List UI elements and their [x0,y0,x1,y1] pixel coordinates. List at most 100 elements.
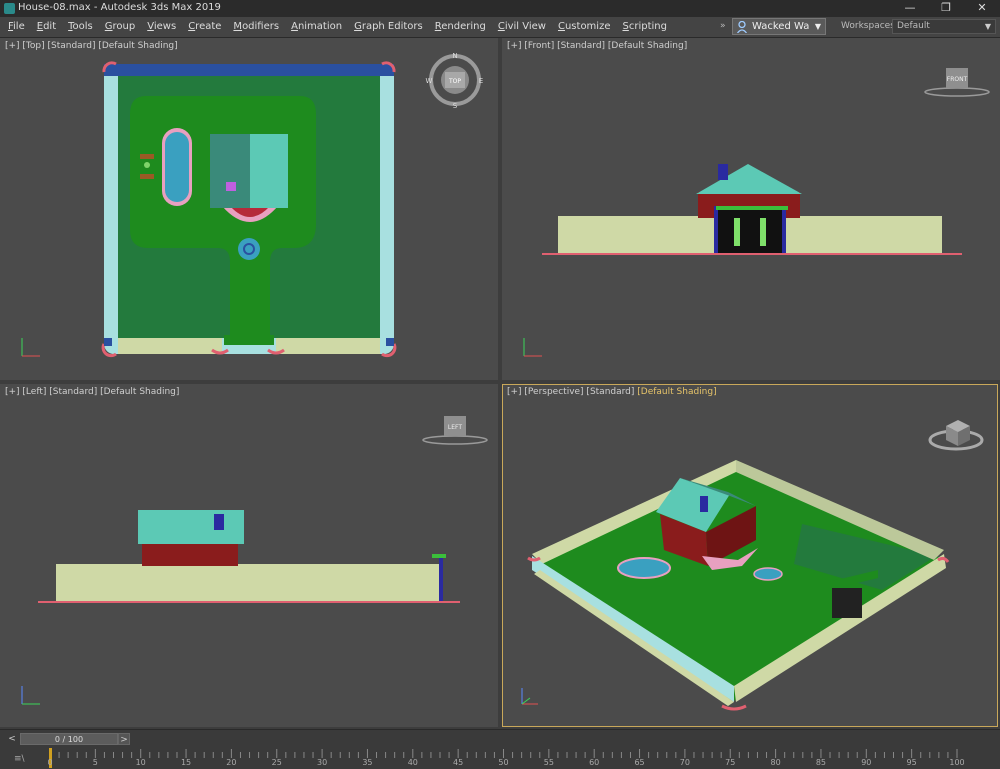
roof [696,164,802,194]
viewport-left[interactable]: [+] [Left] [Standard] [Default Shading] … [0,384,498,727]
user-name: Wacked Wa [752,21,810,32]
svg-text:FRONT: FRONT [947,76,968,83]
tick-label: 45 [453,758,464,767]
view-cube-icon[interactable]: LEFT [420,412,490,452]
title-bar: House-08.max - Autodesk 3ds Max 2019 — ❐… [0,0,1000,17]
corner-post [386,338,394,346]
minimize-button[interactable]: — [892,0,928,17]
viewport-perspective[interactable]: [+] [Perspective] [Standard] [Default Sh… [502,384,998,727]
tick-label: 30 [317,758,328,767]
menu-rendering[interactable]: Rendering [431,17,494,37]
top-scene [21,61,397,358]
tick-label: 95 [906,758,917,767]
workspaces-dropdown[interactable]: Default ▼ [892,19,996,34]
prev-frame-button[interactable]: < [6,733,18,745]
menu-file[interactable]: File [4,17,33,37]
tick-label: 90 [861,758,872,767]
svg-text:N: N [452,52,457,60]
axis-gizmo-icon [21,686,40,705]
menu-items: File Edit Tools Group Views Create Modif… [4,17,675,37]
dropdown-arrow-icon: ▼ [984,22,991,31]
menu-civil-view[interactable]: Civil View [494,17,554,37]
menu-scripting[interactable]: Scripting [618,17,674,37]
viewport-label-perspective[interactable]: [+] [Perspective] [Standard] [Default Sh… [507,387,717,397]
chimney [226,182,236,191]
tick-label: 75 [725,758,736,767]
gate-post [782,206,786,254]
gate-top [432,554,446,558]
tick-label: 65 [634,758,645,767]
axis-gizmo-icon [21,338,40,357]
viewport-label-left[interactable]: [+] [Left] [Standard] [Default Shading] [5,387,179,397]
next-frame-button[interactable]: > [118,733,130,745]
menu-edit[interactable]: Edit [33,17,64,37]
menu-modifiers[interactable]: Modifiers [229,17,287,37]
tick-label: 70 [679,758,690,767]
chimney [718,164,728,180]
front-wall-left [118,338,222,354]
maximize-button[interactable]: ❐ [928,0,964,17]
boundary-wall [56,564,440,602]
plant [144,162,150,168]
workspace-value: Default [897,21,930,31]
tick-label: 85 [815,758,827,767]
axis-gizmo-icon [521,688,538,705]
tick-label: 60 [589,758,600,767]
view-cube-top-face: TOP [448,78,461,85]
gate [224,335,274,345]
tick-label: 20 [226,758,237,767]
menu-overflow-icon[interactable]: » [720,21,726,31]
viewport-label-top[interactable]: [+] [Top] [Standard] [Default Shading] [5,41,178,51]
user-account-dropdown[interactable]: Wacked Wa ▼ [732,18,826,35]
compass-icon[interactable]: TOP N S E W [425,50,485,110]
time-slider[interactable]: 0 / 100 [20,733,118,745]
window-controls: — ❐ ✕ [892,0,1000,17]
tick-label: 100 [949,758,965,767]
svg-text:W: W [426,77,433,85]
user-icon [737,21,747,33]
gate-post [714,206,718,254]
tick-label: 5 [92,758,98,767]
pool [617,557,671,579]
tick-label: 80 [770,758,781,767]
view-cube-icon[interactable]: FRONT [922,64,992,104]
house-body [142,542,238,566]
roof [138,510,244,544]
viewport-top[interactable]: [+] [Top] [Standard] [Default Shading] T… [0,38,498,380]
svg-text:LEFT: LEFT [448,424,462,431]
svg-text:S: S [453,102,458,110]
fountain [238,238,260,260]
menu-bar: File Edit Tools Group Views Create Modif… [0,17,1000,38]
gate-top [716,206,788,210]
window-title: House-08.max - Autodesk 3ds Max 2019 [18,2,221,13]
app-icon [4,3,15,14]
chimney [214,514,224,530]
tick-label: 15 [180,758,192,767]
tick-label: 10 [135,758,146,767]
menu-views[interactable]: Views [143,17,184,37]
menu-customize[interactable]: Customize [554,17,619,37]
menu-animation[interactable]: Animation [287,17,350,37]
menu-tools[interactable]: Tools [64,17,101,37]
dropdown-arrow-icon: ▼ [814,22,821,31]
menu-graph-editors[interactable]: Graph Editors [350,17,431,37]
roof [250,134,288,208]
chimney [700,496,708,512]
corner-marker [721,704,747,711]
tick-label: 50 [498,758,509,767]
perspective-scene [521,460,950,711]
menu-create[interactable]: Create [184,17,229,37]
close-button[interactable]: ✕ [964,0,1000,17]
front-wall-right [276,338,380,354]
wall-top-edge [104,64,394,76]
workspaces-label: Workspaces: [841,21,898,31]
axis-gizmo-icon [523,338,542,357]
menu-group[interactable]: Group [101,17,143,37]
viewport-label-front[interactable]: [+] [Front] [Standard] [Default Shading] [507,41,687,51]
fountain [753,567,783,581]
pool [165,132,189,202]
view-cube-icon[interactable] [926,408,986,458]
lounger [140,154,154,159]
track-bar[interactable]: ≡\ 0 5 10 15 20 25 30 35 40 45 50 55 60 65 70 75 80 85 90 9… [0,748,1000,769]
viewport-front[interactable]: [+] [Front] [Standard] [Default Shading]… [502,38,1000,380]
